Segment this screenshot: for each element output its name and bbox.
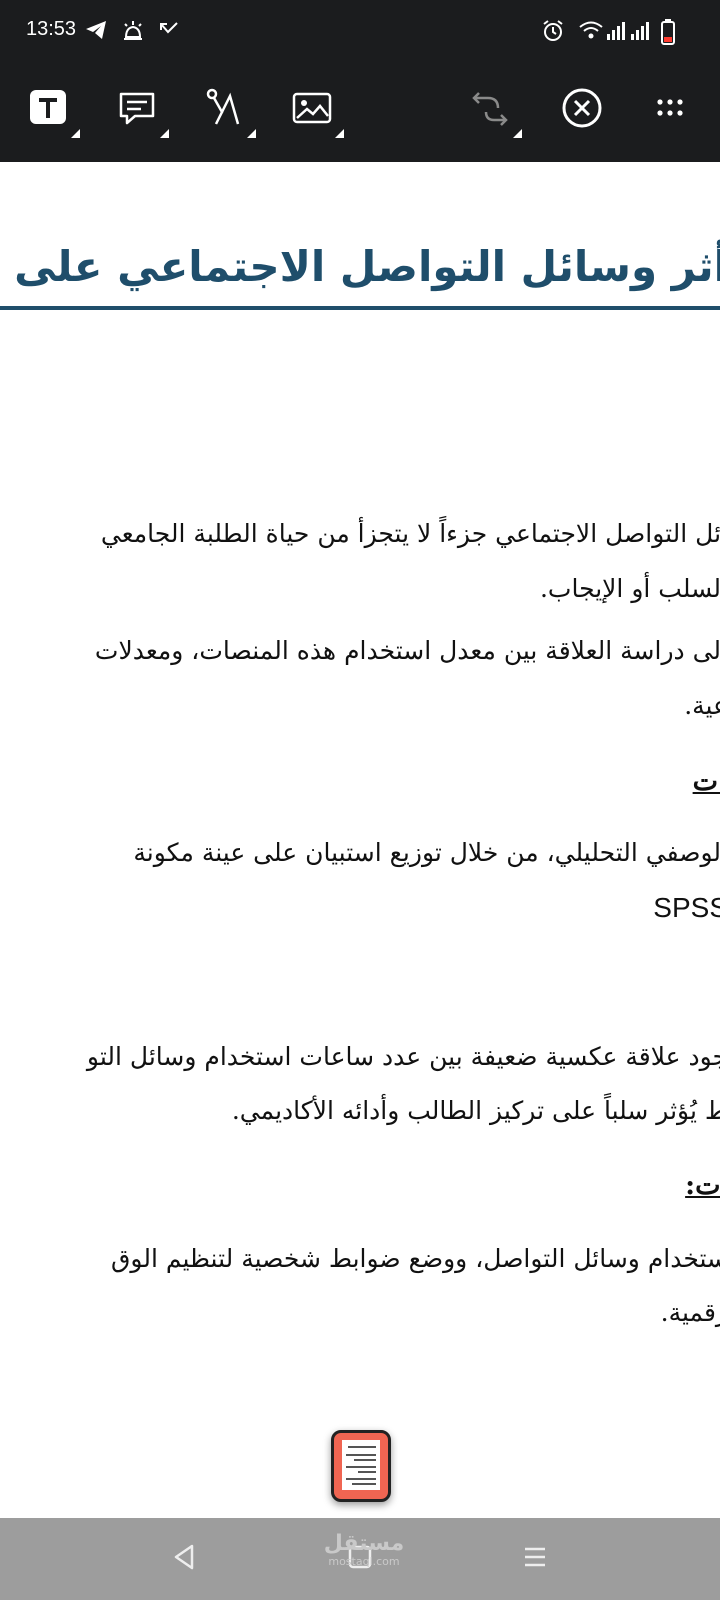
close-button[interactable] (560, 86, 610, 136)
dropdown-triangle-icon (71, 129, 80, 138)
editor-toolbar (0, 64, 720, 162)
status-bar: 13:53 (0, 0, 720, 64)
telegram-icon (86, 21, 106, 39)
paragraph-line: ط يُؤثر سلباً على تركيز الطالب وأدائه ال… (231, 1096, 720, 1125)
dropdown-triangle-icon (247, 129, 256, 138)
close-circle-icon (562, 88, 602, 128)
section-heading: :ت (692, 766, 720, 797)
more-options-button[interactable] (650, 86, 700, 136)
title-underline (0, 306, 720, 310)
dropdown-triangle-icon (160, 129, 169, 138)
undo-redo-button[interactable] (468, 86, 522, 138)
paragraph-line: SPSS (653, 892, 720, 923)
image-tool-icon (292, 92, 332, 124)
back-icon[interactable] (170, 1542, 200, 1572)
signal-icon (607, 22, 625, 40)
image-tool-button[interactable] (290, 86, 344, 138)
text-tool-icon (30, 90, 66, 124)
page-thumbnail-button[interactable] (331, 1430, 391, 1502)
recents-icon[interactable] (520, 1542, 550, 1572)
dropdown-triangle-icon (513, 129, 522, 138)
paragraph-line: ستخدام وسائل التواصل، ووضع ضوابط شخصية ل… (111, 1244, 720, 1273)
paragraph-line: جود علاقة عكسية ضعيفة بين عدد ساعات استخ… (86, 1042, 720, 1071)
paragraph-line: ائل التواصل الاجتماعي جزءاً لا يتجزأ من … (100, 519, 720, 548)
comment-tool-icon (119, 92, 155, 125)
watermark-latin: mostaql.com (328, 1555, 400, 1568)
page-thumbnail-preview (342, 1440, 380, 1490)
dropdown-triangle-icon (335, 129, 344, 138)
missed-call-icon (160, 22, 178, 34)
status-time: 13:53 (26, 18, 77, 40)
draw-tool-button[interactable] (202, 86, 256, 138)
draw-tool-icon (206, 88, 240, 125)
signal-icon (631, 22, 649, 40)
undo-redo-icon (472, 92, 508, 126)
watermark-arabic: مستقل (323, 1531, 405, 1556)
bell-ring-icon (124, 21, 142, 40)
more-icon (657, 99, 683, 116)
text-tool-button[interactable] (26, 86, 80, 138)
paragraph-line: إلى دراسة العلاقة بين معدل استخدام هذه ا… (94, 636, 720, 665)
paragraph-line: السلب أو الإيجاب. (539, 574, 720, 603)
paragraph-line: رقمية. (660, 1298, 720, 1327)
paragraph-line: عية. (684, 691, 720, 720)
document-page[interactable]: أثر وسائل التواصل الاجتماعي على الت ائل … (0, 162, 720, 1518)
paragraph-line: الوصفي التحليلي، من خلال توزيع استبيان ع… (133, 838, 720, 867)
comment-tool-button[interactable] (115, 86, 169, 138)
alarm-icon (543, 20, 563, 41)
document-title: أثر وسائل التواصل الاجتماعي على الت (0, 242, 720, 291)
section-heading: ات: (685, 1170, 720, 1201)
wifi-icon (579, 21, 603, 39)
watermark-logo: مستقل mostaql.com (318, 1532, 410, 1568)
battery-low-icon (661, 19, 675, 45)
